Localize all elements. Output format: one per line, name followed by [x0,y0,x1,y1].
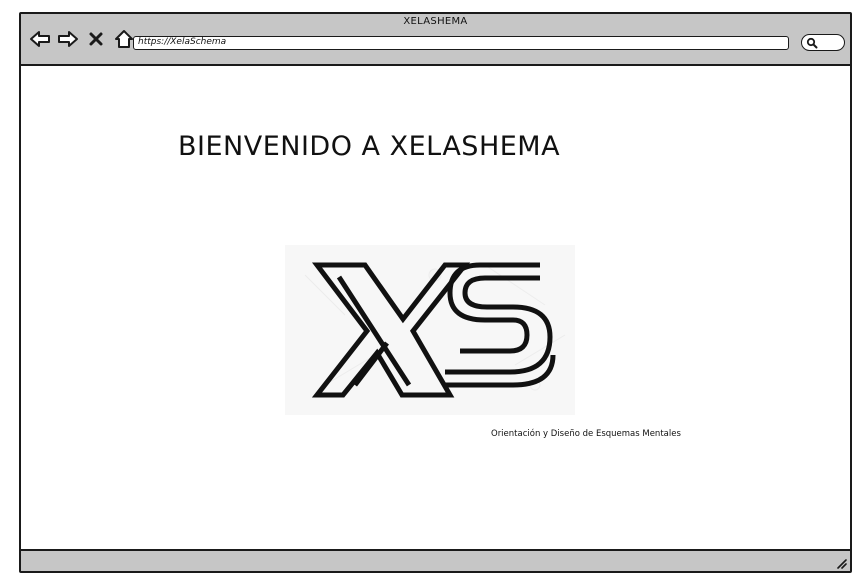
home-icon [115,30,133,48]
page-title: BIENVENIDO A XELASHEMA [178,131,561,162]
resize-grip-icon[interactable] [835,557,847,569]
arrow-right-icon [58,31,78,47]
page-content: BIENVENIDO A XELASHEMA Orientación y Dis… [21,66,850,549]
search-button[interactable] [801,34,845,51]
close-icon [89,32,103,46]
address-bar[interactable]: https://XelaSchema [133,36,789,50]
stop-button[interactable] [85,28,107,50]
home-button[interactable] [113,28,135,50]
address-bar-url: https://XelaSchema [138,37,227,47]
browser-toolbar: XELASHEMA https://XelaSchema [21,14,850,66]
browser-window: XELASHEMA https://XelaSchema BIENVENIDO … [19,12,852,573]
window-title: XELASHEMA [403,16,468,27]
status-bar [21,549,850,571]
back-button[interactable] [29,28,51,50]
arrow-left-icon [30,31,50,47]
nav-buttons [29,28,135,50]
xs-logo [285,245,575,415]
forward-button[interactable] [57,28,79,50]
search-icon [806,37,818,49]
tagline: Orientación y Diseño de Esquemas Mentale… [491,429,681,439]
